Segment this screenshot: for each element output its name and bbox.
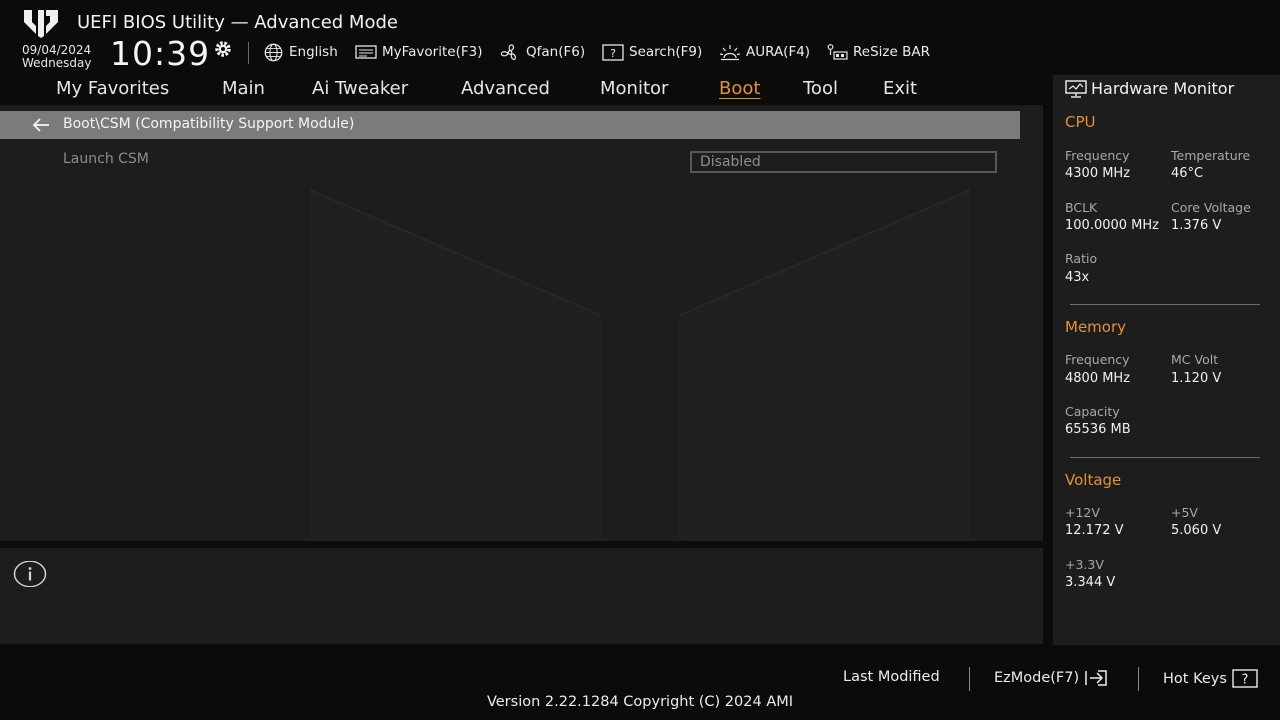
memory-section-title: Memory bbox=[1065, 318, 1127, 336]
tab-advanced[interactable]: Advanced bbox=[461, 78, 550, 99]
section-divider bbox=[1070, 457, 1260, 458]
resize-bar-icon bbox=[827, 43, 848, 60]
ezmode-label: EzMode(F7) bbox=[994, 670, 1080, 686]
ezmode-button[interactable]: EzMode(F7) bbox=[994, 669, 1108, 687]
tab-monitor[interactable]: Monitor bbox=[600, 78, 668, 99]
header-bar: UEFI BIOS Utility — Advanced Mode 09/04/… bbox=[0, 0, 1280, 75]
mc-volt-value: 1.120 V bbox=[1171, 371, 1222, 386]
app-title: UEFI BIOS Utility — Advanced Mode bbox=[77, 12, 398, 33]
date-display: 09/04/2024 Wednesday bbox=[22, 44, 91, 70]
panel-gap bbox=[1043, 75, 1053, 645]
core-voltage-value: 1.376 V bbox=[1171, 218, 1222, 233]
cpu-frequency-label: Frequency bbox=[1065, 148, 1130, 163]
last-modified-button[interactable]: Last Modified bbox=[843, 669, 940, 685]
qfan-label: Qfan(F6) bbox=[526, 44, 586, 60]
breadcrumb-path: Boot\CSM (Compatibility Support Module) bbox=[63, 116, 355, 132]
last-modified-label: Last Modified bbox=[843, 669, 940, 685]
footer-separator bbox=[1138, 667, 1139, 691]
help-question-icon: ? bbox=[1232, 669, 1258, 688]
capacity-value: 65536 MB bbox=[1065, 422, 1131, 437]
v33-value: 3.344 V bbox=[1065, 575, 1116, 590]
footer-bar: Last Modified EzMode(F7) Hot Keys ? Vers… bbox=[0, 645, 1280, 720]
launch-csm-dropdown[interactable]: Disabled bbox=[690, 151, 997, 173]
favorite-icon bbox=[355, 45, 377, 59]
svg-text:?: ? bbox=[610, 47, 616, 60]
tab-boot[interactable]: Boot bbox=[719, 78, 760, 99]
cpu-temperature-value: 46°C bbox=[1171, 166, 1204, 181]
cpu-temperature-label: Temperature bbox=[1171, 148, 1251, 163]
help-info-panel bbox=[0, 548, 1043, 644]
core-voltage-label: Core Voltage bbox=[1171, 200, 1251, 215]
exit-to-ezmode-icon bbox=[1085, 670, 1107, 686]
back-arrow-icon[interactable] bbox=[32, 117, 50, 133]
search-label: Search(F9) bbox=[629, 44, 703, 60]
v5-label: +5V bbox=[1171, 505, 1198, 520]
hardware-monitor-panel: Hardware Monitor CPU Frequency Temperatu… bbox=[1053, 75, 1280, 645]
tab-tool[interactable]: Tool bbox=[803, 78, 838, 99]
clock-display: 10:39 bbox=[110, 34, 211, 73]
tuf-logo-icon bbox=[24, 10, 58, 38]
aura-button[interactable]: AURA(F4) bbox=[719, 42, 810, 62]
svg-text:?: ? bbox=[1241, 673, 1248, 688]
version-text: Version 2.22.1284 Copyright (C) 2024 AMI bbox=[486, 694, 794, 710]
launch-csm-label: Launch CSM bbox=[63, 151, 149, 167]
panel-divider bbox=[0, 541, 1043, 548]
aura-label: AURA(F4) bbox=[746, 44, 811, 60]
bclk-label: BCLK bbox=[1065, 200, 1098, 215]
breadcrumb[interactable]: Boot\CSM (Compatibility Support Module) bbox=[0, 111, 1020, 139]
search-button[interactable]: ? Search(F9) bbox=[602, 42, 702, 62]
hot-keys-label: Hot Keys bbox=[1163, 670, 1227, 687]
memory-frequency-value: 4800 MHz bbox=[1065, 371, 1131, 386]
day-text: Wednesday bbox=[22, 56, 92, 70]
monitor-icon bbox=[1065, 80, 1087, 98]
main-tabs: My Favorites Main Ai Tweaker Advanced Mo… bbox=[0, 75, 1043, 105]
language-button[interactable]: English bbox=[263, 42, 338, 62]
tab-main[interactable]: Main bbox=[222, 78, 265, 99]
hot-keys-button[interactable]: Hot Keys ? bbox=[1163, 669, 1258, 688]
aura-icon bbox=[719, 44, 741, 60]
tab-exit[interactable]: Exit bbox=[883, 78, 917, 99]
resize-bar-button[interactable]: ReSize BAR bbox=[826, 42, 930, 62]
footer-separator bbox=[969, 667, 970, 691]
resize-bar-label: ReSize BAR bbox=[853, 44, 930, 60]
v5-value: 5.060 V bbox=[1171, 523, 1222, 538]
memory-frequency-label: Frequency bbox=[1065, 352, 1130, 367]
section-divider bbox=[1070, 304, 1260, 305]
v33-label: +3.3V bbox=[1065, 557, 1104, 572]
v12-value: 12.172 V bbox=[1065, 523, 1124, 538]
language-label: English bbox=[289, 44, 338, 60]
info-icon bbox=[13, 561, 47, 587]
capacity-label: Capacity bbox=[1065, 404, 1120, 419]
search-help-icon: ? bbox=[602, 43, 624, 61]
mc-volt-label: MC Volt bbox=[1171, 352, 1219, 367]
voltage-section-title: Voltage bbox=[1065, 471, 1122, 489]
tab-ai-tweaker[interactable]: Ai Tweaker bbox=[312, 78, 408, 99]
qfan-button[interactable]: Qfan(F6) bbox=[499, 42, 585, 62]
ratio-label: Ratio bbox=[1065, 251, 1098, 266]
hardware-monitor-title: Hardware Monitor bbox=[1091, 79, 1235, 98]
myfavorite-label: MyFavorite(F3) bbox=[382, 44, 483, 60]
cpu-section-title: CPU bbox=[1065, 113, 1096, 131]
settings-panel: Boot\CSM (Compatibility Support Module) … bbox=[0, 105, 1043, 541]
header-separator bbox=[248, 42, 249, 64]
gear-icon[interactable] bbox=[212, 38, 234, 60]
cpu-frequency-value: 4300 MHz bbox=[1065, 166, 1131, 181]
globe-icon bbox=[264, 43, 283, 61]
bclk-value: 100.0000 MHz bbox=[1065, 218, 1159, 233]
v12-label: +12V bbox=[1065, 505, 1100, 520]
ratio-value: 43x bbox=[1065, 270, 1090, 285]
myfavorite-button[interactable]: MyFavorite(F3) bbox=[355, 42, 482, 62]
tab-my-favorites[interactable]: My Favorites bbox=[56, 78, 169, 99]
fan-icon bbox=[500, 43, 517, 60]
